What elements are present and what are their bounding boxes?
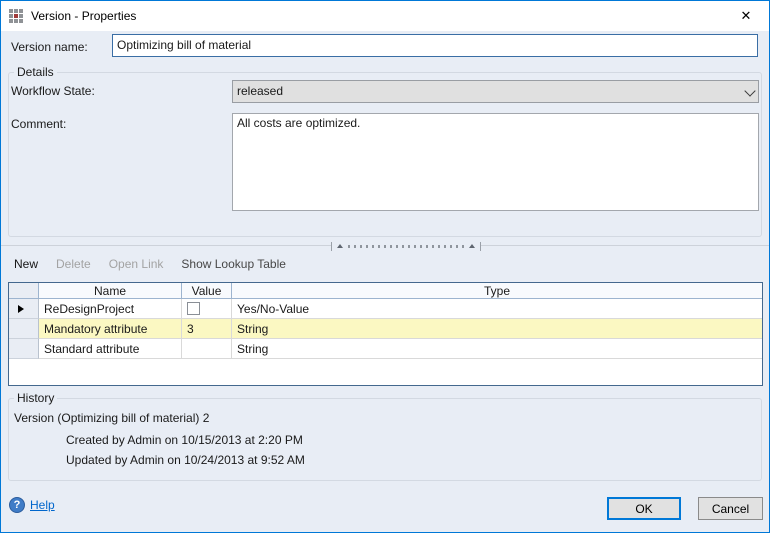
toolbar-open-link-button: Open Link <box>109 257 164 271</box>
attr-value-cell[interactable] <box>182 339 232 359</box>
table-row[interactable]: ReDesignProject Yes/No-Value <box>9 299 762 319</box>
splitter-handle[interactable] <box>331 240 481 252</box>
attributes-table: Name Value Type ReDesignProject Yes/No-V… <box>8 282 763 386</box>
app-grid-icon <box>9 9 23 23</box>
workflow-state-label: Workflow State: <box>11 84 95 98</box>
comment-textarea[interactable]: All costs are optimized. <box>232 113 759 211</box>
column-header-type[interactable]: Type <box>232 283 762 299</box>
attr-type-cell: Yes/No-Value <box>232 299 762 319</box>
current-row-indicator-icon <box>18 305 24 313</box>
splitter-tick <box>331 242 332 251</box>
help-link[interactable]: Help <box>30 498 55 512</box>
row-header <box>9 299 39 319</box>
table-row[interactable]: Standard attribute String <box>9 339 762 359</box>
redesignproject-checkbox[interactable] <box>187 302 200 315</box>
attr-type-cell: String <box>232 319 762 339</box>
ok-button[interactable]: OK <box>607 497 681 520</box>
attributes-toolbar: New Delete Open Link Show Lookup Table <box>14 257 286 271</box>
workflow-state-value: released <box>237 83 283 100</box>
toolbar-show-lookup-table-button[interactable]: Show Lookup Table <box>181 257 286 271</box>
version-properties-dialog: Version - Properties ✕ Version name: Opt… <box>0 0 770 533</box>
history-updated-line: Updated by Admin on 10/24/2013 at 9:52 A… <box>66 453 305 467</box>
attr-name-cell[interactable]: ReDesignProject <box>39 299 182 319</box>
table-header-row: Name Value Type <box>9 283 762 299</box>
splitter-collapse-arrow-icon <box>469 244 475 248</box>
chevron-down-icon <box>745 87 754 96</box>
table-row[interactable]: Mandatory attribute 3 String <box>9 319 762 339</box>
attr-value-cell[interactable] <box>182 299 232 319</box>
window-title: Version - Properties <box>31 9 136 23</box>
splitter-collapse-arrow-icon <box>337 244 343 248</box>
attr-type-cell: String <box>232 339 762 359</box>
title-bar: Version - Properties ✕ <box>1 1 769 31</box>
toolbar-new-button[interactable]: New <box>14 257 38 271</box>
column-header-name[interactable]: Name <box>39 283 182 299</box>
comment-label: Comment: <box>11 117 66 131</box>
toolbar-delete-button: Delete <box>56 257 91 271</box>
splitter-tick <box>480 242 481 251</box>
attr-value-cell[interactable]: 3 <box>182 319 232 339</box>
row-header <box>9 339 39 359</box>
cancel-button[interactable]: Cancel <box>698 497 763 520</box>
close-icon[interactable]: ✕ <box>731 5 761 27</box>
attr-name-cell[interactable]: Mandatory attribute <box>39 319 182 339</box>
row-header <box>9 319 39 339</box>
attr-name-cell[interactable]: Standard attribute <box>39 339 182 359</box>
column-header-value[interactable]: Value <box>182 283 232 299</box>
dialog-body: Version name: Optimizing bill of materia… <box>1 31 769 532</box>
workflow-state-select[interactable]: released <box>232 80 759 103</box>
version-name-input[interactable]: Optimizing bill of material <box>112 34 758 57</box>
table-corner-header <box>9 283 39 299</box>
history-created-line: Created by Admin on 10/15/2013 at 2:20 P… <box>66 433 303 447</box>
splitter-dots <box>348 245 464 248</box>
history-group-label: History <box>14 391 57 405</box>
history-version-title: Version (Optimizing bill of material) 2 <box>14 411 209 425</box>
version-name-label: Version name: <box>11 40 88 54</box>
help-icon[interactable]: ? <box>9 497 25 513</box>
details-group-label: Details <box>14 65 57 79</box>
